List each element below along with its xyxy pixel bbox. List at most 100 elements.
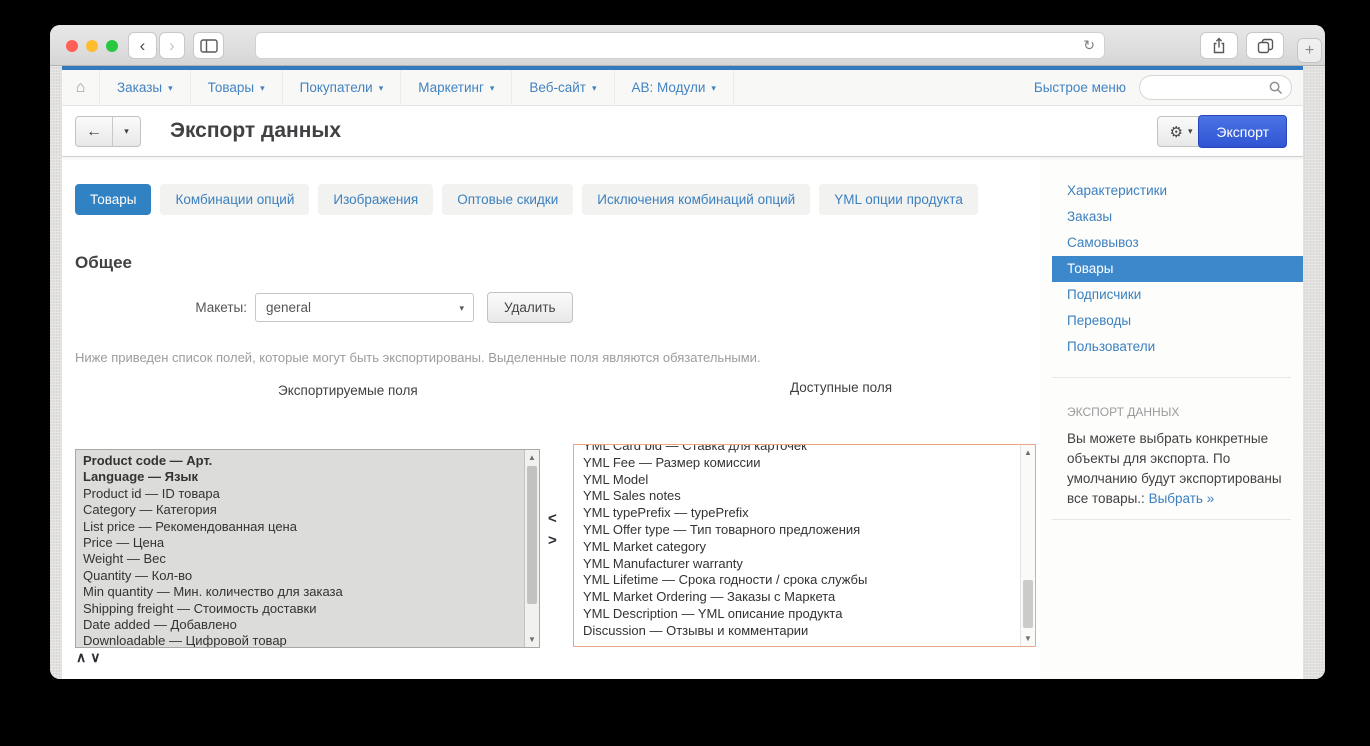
home-nav-button[interactable]: ⌂ bbox=[62, 70, 100, 105]
tab[interactable]: Исключения комбинаций опций bbox=[582, 184, 810, 215]
nav-menu-item[interactable]: Покупатели ▾ bbox=[283, 70, 402, 105]
address-bar[interactable]: ↻ bbox=[255, 32, 1105, 59]
new-tab-button[interactable]: + bbox=[1297, 38, 1322, 63]
scroll-down-icon[interactable]: ▼ bbox=[1021, 634, 1035, 643]
list-item[interactable]: YML Market category bbox=[583, 539, 1013, 556]
nav-menu-item[interactable]: Товары ▾ bbox=[191, 70, 283, 105]
tab-label: Исключения комбинаций опций bbox=[597, 192, 795, 207]
sidebar-item[interactable]: Характеристики bbox=[1052, 178, 1303, 204]
back-button[interactable]: ‹ bbox=[128, 32, 157, 59]
list-item[interactable]: YML Model bbox=[583, 472, 1013, 489]
scroll-down-icon[interactable]: ▼ bbox=[525, 635, 539, 644]
minimize-window-button[interactable] bbox=[86, 40, 98, 52]
list-item[interactable]: YML Fee — Размер комиссии bbox=[583, 455, 1013, 472]
move-up-button[interactable]: ∧ bbox=[76, 649, 86, 665]
layouts-select[interactable]: general ▾ bbox=[255, 293, 474, 322]
nav-right-area: Быстрое меню bbox=[1034, 70, 1303, 105]
list-item[interactable]: List price — Рекомендованная цена bbox=[83, 519, 517, 535]
scrollbar[interactable]: ▲ ▼ bbox=[1020, 445, 1035, 646]
available-fields-header: Доступные поля bbox=[790, 380, 892, 395]
scroll-up-icon[interactable]: ▲ bbox=[525, 453, 539, 462]
list-item[interactable]: YML Description — YML описание продукта bbox=[583, 606, 1013, 623]
back-arrow-icon: ← bbox=[86, 123, 102, 141]
scrollbar-thumb[interactable] bbox=[527, 466, 537, 604]
list-item[interactable]: Product code — Арт. bbox=[83, 453, 517, 469]
page-toolbar: ← ▾ Экспорт данных ⚙ ▾ Экспорт bbox=[62, 106, 1303, 157]
sidebar-item[interactable]: Товары bbox=[1052, 256, 1303, 282]
move-to-available-button[interactable]: > bbox=[548, 532, 557, 549]
share-button[interactable] bbox=[1200, 32, 1238, 59]
list-item[interactable]: YML Lifetime — Срока годности / срока сл… bbox=[583, 572, 1013, 589]
sidebar-panel-title: ЭКСПОРТ ДАННЫХ bbox=[1067, 405, 1179, 419]
fields-hint-text: Ниже приведен список полей, которые могу… bbox=[75, 350, 761, 365]
sidebar-item[interactable]: Заказы bbox=[1052, 204, 1303, 230]
scrollbar[interactable]: ▲ ▼ bbox=[524, 450, 539, 647]
move-to-exported-button[interactable]: < bbox=[548, 510, 557, 527]
nav-menu-item[interactable]: Веб-сайт ▾ bbox=[512, 70, 614, 105]
list-item[interactable]: Weight — Вес bbox=[83, 551, 517, 567]
close-window-button[interactable] bbox=[66, 40, 78, 52]
tab[interactable]: YML опции продукта bbox=[819, 184, 978, 215]
nav-menu-item-label: Маркетинг bbox=[418, 80, 484, 95]
available-fields-listbox[interactable]: YML Card bid — Ставка для карточек YML F… bbox=[573, 444, 1036, 647]
sidebar-item[interactable]: Пользователи bbox=[1052, 334, 1303, 360]
list-item[interactable]: Product id — ID товара bbox=[83, 486, 517, 502]
move-down-button[interactable]: ∨ bbox=[90, 649, 100, 665]
nav-menu-item[interactable]: Заказы ▾ bbox=[100, 70, 191, 105]
list-item[interactable]: Min quantity — Мин. количество для заказ… bbox=[83, 584, 517, 600]
export-button[interactable]: Экспорт bbox=[1198, 115, 1287, 148]
tab-overview-icon bbox=[1257, 38, 1274, 54]
chevron-down-icon: ▾ bbox=[168, 83, 173, 94]
list-item[interactable]: YML Card bid — Ставка для карточек bbox=[583, 444, 1013, 455]
tab[interactable]: Товары bbox=[75, 184, 151, 215]
plus-icon: + bbox=[1305, 42, 1314, 60]
list-item[interactable]: Price — Цена bbox=[83, 535, 517, 551]
delete-layout-button[interactable]: Удалить bbox=[487, 292, 573, 323]
tab-label: Комбинации опций bbox=[175, 192, 294, 207]
chevron-down-icon: ▾ bbox=[124, 126, 129, 137]
layouts-label: Макеты: bbox=[75, 300, 247, 315]
nav-menu-item[interactable]: АВ: Модули ▾ bbox=[615, 70, 734, 105]
list-item[interactable]: YML Market Ordering — Заказы с Маркета bbox=[583, 589, 1013, 606]
forward-button[interactable]: › bbox=[159, 32, 185, 59]
back-dropdown-button[interactable]: ▾ bbox=[113, 117, 140, 146]
zoom-window-button[interactable] bbox=[106, 40, 118, 52]
admin-top-nav: ⌂ Заказы ▾ Товары ▾ bbox=[62, 66, 1303, 106]
tab-overview-button[interactable] bbox=[1246, 32, 1284, 59]
list-item[interactable]: Discussion — Отзывы и комментарии bbox=[583, 623, 1013, 640]
list-item[interactable]: Shipping freight — Стоимость доставки bbox=[83, 601, 517, 617]
search-input[interactable] bbox=[1139, 75, 1292, 100]
search-icon bbox=[1269, 81, 1283, 95]
refresh-icon[interactable]: ↻ bbox=[1083, 37, 1095, 54]
choose-objects-link[interactable]: Выбрать » bbox=[1149, 491, 1215, 506]
list-item[interactable]: YML Offer type — Тип товарного предложен… bbox=[583, 522, 1013, 539]
sidebar-toggle-button[interactable] bbox=[193, 32, 224, 59]
list-item[interactable]: Downloadable — Цифровой товар bbox=[83, 633, 517, 648]
scrollbar-thumb[interactable] bbox=[1023, 580, 1033, 628]
sidebar-item[interactable]: Самовывоз bbox=[1052, 230, 1303, 256]
list-item[interactable]: Category — Категория bbox=[83, 502, 517, 518]
sidebar-divider bbox=[1052, 519, 1291, 520]
home-icon: ⌂ bbox=[76, 79, 86, 97]
go-back-button[interactable]: ← bbox=[76, 117, 113, 146]
exported-fields-listbox[interactable]: Product code — Арт. Language — Язык Prod… bbox=[75, 449, 540, 648]
sidebar-item[interactable]: Подписчики bbox=[1052, 282, 1303, 308]
list-item[interactable]: Quantity — Кол-во bbox=[83, 568, 517, 584]
list-item[interactable]: Language — Язык bbox=[83, 469, 517, 485]
sidebar-divider bbox=[1052, 377, 1291, 378]
nav-menu: Заказы ▾ Товары ▾ Покупатели ▾ bbox=[100, 70, 734, 105]
list-item[interactable]: YML Sales notes bbox=[583, 488, 1013, 505]
sidebar-toggle-icon bbox=[200, 39, 218, 53]
tab[interactable]: Комбинации опций bbox=[160, 184, 309, 215]
tab-label: Оптовые скидки bbox=[457, 192, 558, 207]
list-item[interactable]: Date added — Добавлено bbox=[83, 617, 517, 633]
list-item[interactable]: YML Manufacturer warranty bbox=[583, 556, 1013, 573]
quick-menu-link[interactable]: Быстрое меню bbox=[1034, 80, 1126, 95]
tab[interactable]: Оптовые скидки bbox=[442, 184, 573, 215]
sidebar-item[interactable]: Переводы bbox=[1052, 308, 1303, 334]
browser-window: ‹ › ↻ + bbox=[50, 25, 1325, 679]
list-item[interactable]: YML typePrefix — typePrefix bbox=[583, 505, 1013, 522]
scroll-up-icon[interactable]: ▲ bbox=[1021, 448, 1035, 457]
nav-menu-item[interactable]: Маркетинг ▾ bbox=[401, 70, 512, 105]
tab[interactable]: Изображения bbox=[318, 184, 433, 215]
